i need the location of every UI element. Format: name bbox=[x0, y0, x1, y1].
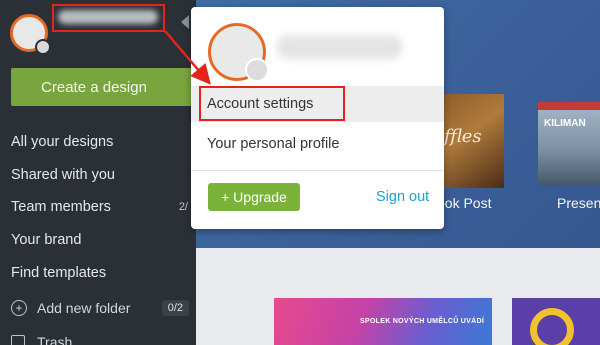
create-design-button[interactable]: Create a design bbox=[11, 68, 207, 106]
thumb-title: KILIMAN bbox=[544, 118, 586, 129]
menu-avatar bbox=[208, 23, 269, 82]
template-label-post[interactable]: ook Post bbox=[437, 195, 491, 211]
menu-divider bbox=[191, 170, 444, 171]
sidebar-item-label: Shared with you bbox=[11, 166, 115, 183]
annotation-highlight-account-settings bbox=[199, 86, 345, 121]
team-members-count: 2/ bbox=[178, 201, 188, 214]
design-card[interactable]: SPOLEK NOVÝCH UMĚLCŮ UVÁDÍ bbox=[274, 298, 492, 345]
sidebar-item-your-brand[interactable]: Your brand bbox=[0, 224, 196, 257]
trash-label: Trash bbox=[37, 334, 73, 345]
trash-item[interactable]: Trash bbox=[11, 334, 207, 345]
upgrade-button[interactable]: + Upgrade bbox=[208, 183, 300, 211]
create-design-label: Create a design bbox=[41, 78, 147, 96]
template-label-present[interactable]: Present bbox=[557, 195, 600, 211]
add-folder-label: Add new folder bbox=[37, 300, 131, 316]
sidebar-item-label: Your brand bbox=[11, 232, 82, 249]
sidebar-nav: All your designs Shared with you Team me… bbox=[0, 126, 196, 289]
ring-graphic bbox=[530, 308, 574, 345]
sidebar: All your designs Shared with you Team me… bbox=[0, 0, 196, 345]
caret-left-icon bbox=[181, 15, 189, 29]
folder-count-badge: 0/2 bbox=[161, 300, 189, 316]
add-folder-button[interactable]: + Add new folder 0/2 bbox=[11, 300, 207, 316]
sidebar-item-team-members[interactable]: Team members 2/ bbox=[0, 191, 196, 224]
sidebar-item-label: Find templates bbox=[11, 264, 107, 281]
menu-item-label: Your personal profile bbox=[207, 136, 340, 152]
design-card-text: SPOLEK NOVÝCH UMĚLCŮ UVÁDÍ bbox=[360, 318, 485, 325]
sidebar-item-all-designs[interactable]: All your designs bbox=[0, 126, 196, 159]
menu-item-personal-profile[interactable]: Your personal profile bbox=[191, 126, 444, 162]
design-card[interactable] bbox=[512, 298, 600, 345]
thumb-red-bar bbox=[538, 102, 600, 110]
menu-avatar-badge bbox=[245, 58, 269, 82]
annotation-highlight-user-name bbox=[52, 4, 165, 32]
user-avatar[interactable] bbox=[10, 14, 51, 55]
sidebar-item-label: All your designs bbox=[11, 134, 114, 151]
sign-out-link[interactable]: Sign out bbox=[376, 189, 429, 205]
avatar-badge bbox=[35, 39, 51, 55]
add-folder-icon: + bbox=[11, 300, 27, 316]
blurred-menu-name bbox=[277, 35, 402, 59]
sidebar-item-shared[interactable]: Shared with you bbox=[0, 159, 196, 192]
template-thumb-presentation[interactable]: KILIMAN bbox=[538, 102, 600, 186]
trash-icon bbox=[11, 335, 25, 345]
sidebar-item-find-templates[interactable]: Find templates bbox=[0, 256, 196, 289]
sidebar-item-label: Team members bbox=[11, 199, 111, 216]
